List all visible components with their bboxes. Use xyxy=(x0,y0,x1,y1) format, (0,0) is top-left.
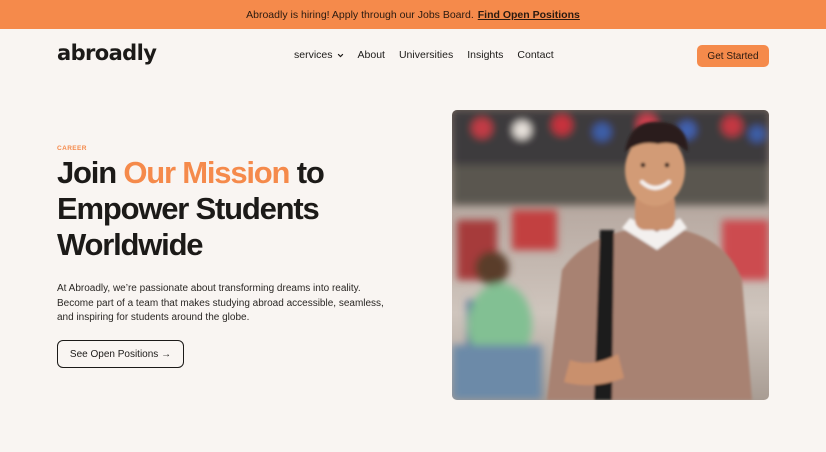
nav-item-insights[interactable]: Insights xyxy=(467,49,503,61)
page-title: Join Our Mission to Empower Students Wor… xyxy=(57,155,387,263)
abroadly-logo[interactable]: abroadly xyxy=(57,41,157,65)
see-open-positions-button[interactable]: See Open Positions → xyxy=(57,340,184,368)
nav-item-label: services xyxy=(294,49,333,61)
chevron-down-icon xyxy=(337,53,343,57)
headline-accent: Our Mission xyxy=(123,155,290,190)
find-open-positions-link[interactable]: Find Open Positions xyxy=(478,9,580,21)
announcement-bar: Abroadly is hiring! Apply through our Jo… xyxy=(0,0,826,29)
main-nav: services About Universities Insights Con… xyxy=(294,49,554,61)
headline-part1: Join xyxy=(57,155,124,190)
nav-item-contact[interactable]: Contact xyxy=(517,49,553,61)
nav-item-about[interactable]: About xyxy=(358,49,385,61)
eyebrow-label: CAREER xyxy=(57,145,87,152)
announcement-text: Abroadly is hiring! Apply through our Jo… xyxy=(246,8,474,21)
hero-description: At Abroadly, we’re passionate about tran… xyxy=(57,283,384,323)
get-started-button[interactable]: Get Started xyxy=(697,45,769,67)
nav-item-universities[interactable]: Universities xyxy=(399,49,453,61)
hero-photo xyxy=(452,110,769,400)
nav-item-services[interactable]: services xyxy=(294,49,344,61)
student-photo-illustration xyxy=(452,110,769,400)
